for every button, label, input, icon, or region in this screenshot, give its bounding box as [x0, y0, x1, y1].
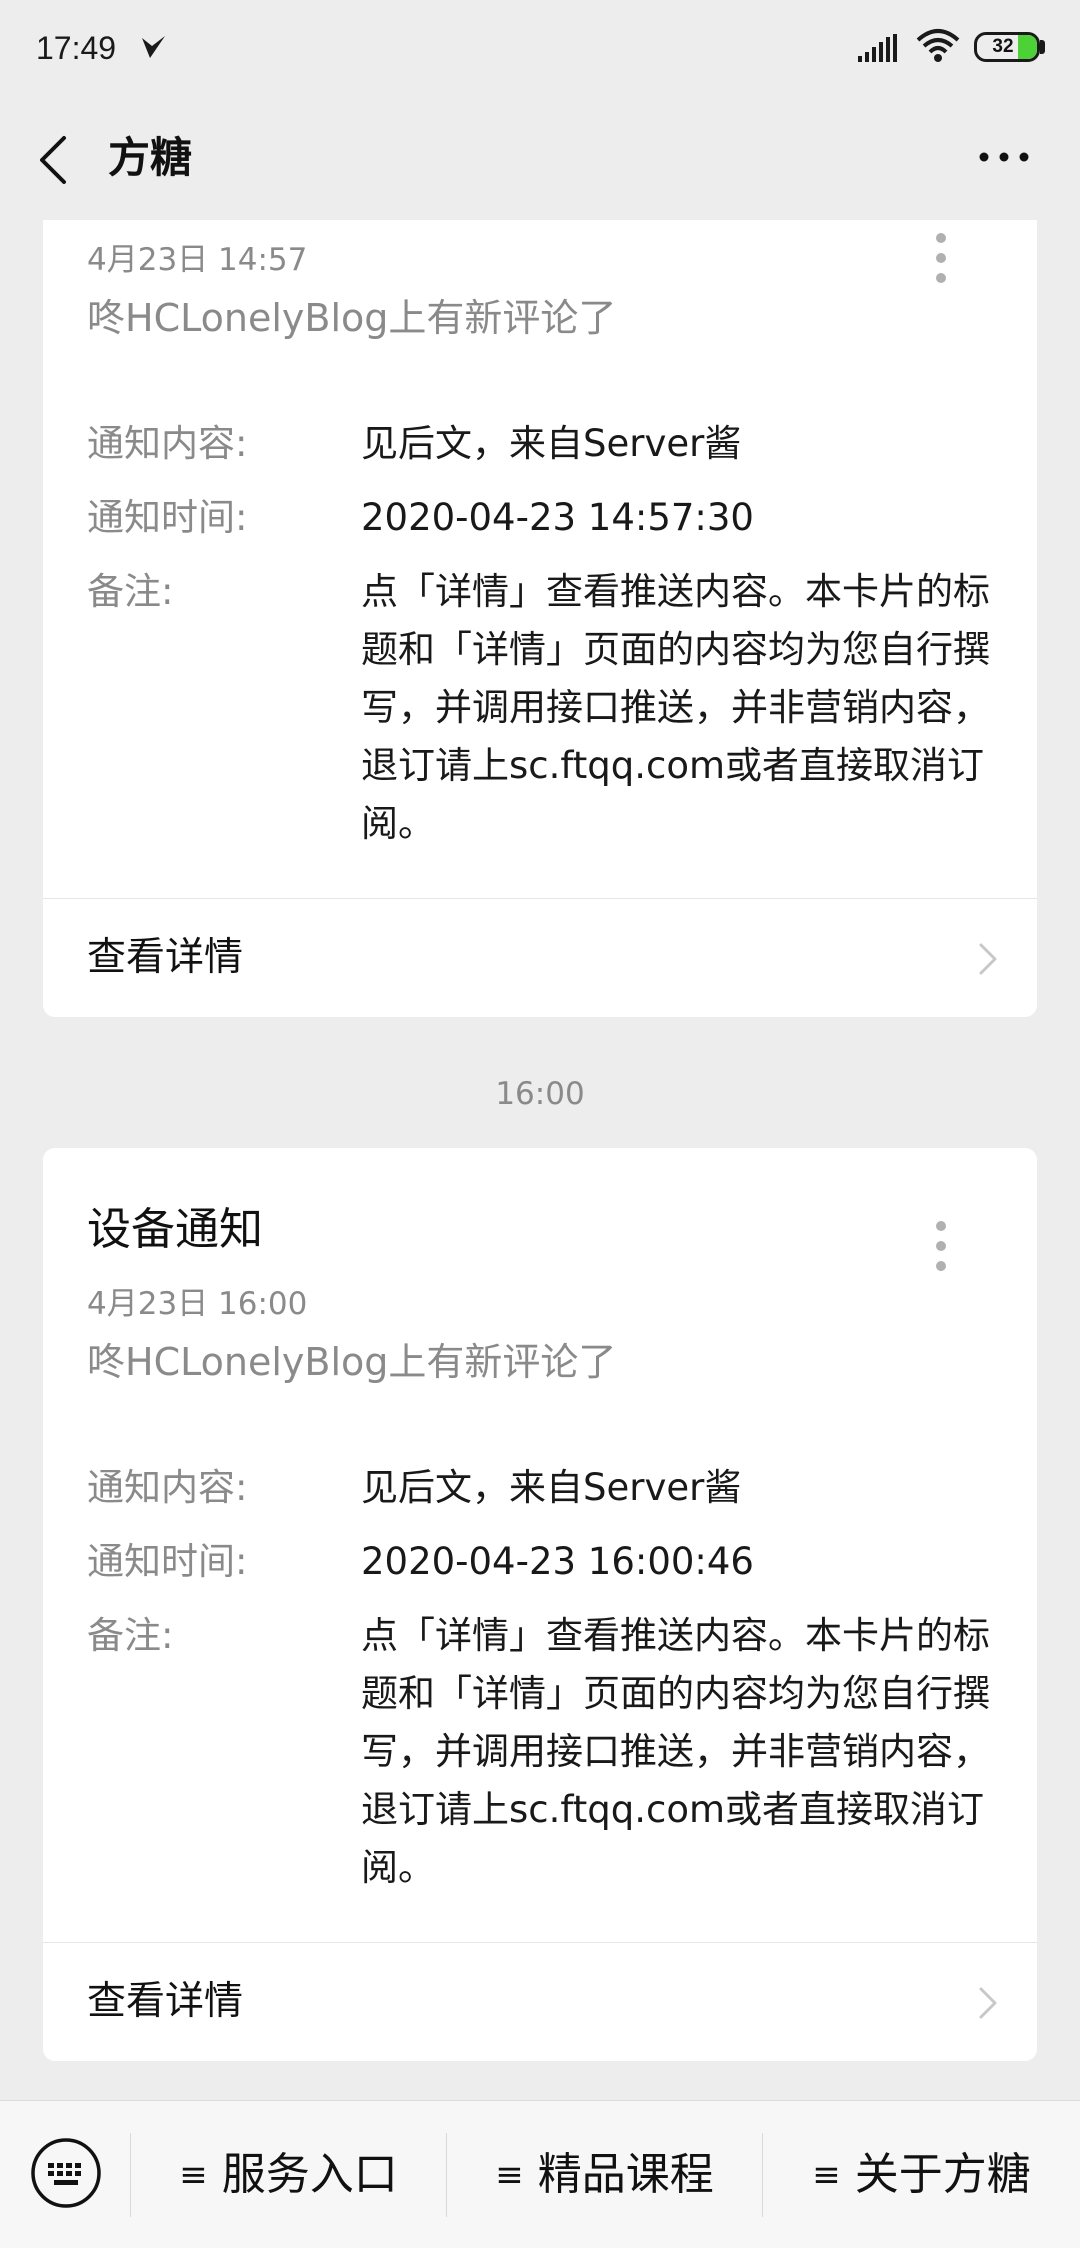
- field-label: 通知内容:: [87, 422, 248, 465]
- view-details-label: 查看详情: [87, 935, 244, 980]
- view-details-link[interactable]: 查看详情: [43, 1943, 1037, 2061]
- field-value: 见后文，来自Server酱: [361, 422, 742, 465]
- message-card: 设备通知 4月23日 16:00 咚HCLonelyBlog上有新评论了 通知内…: [43, 1148, 1037, 2061]
- field-label: 通知时间:: [87, 1540, 248, 1583]
- navigation-arrow-icon: [142, 36, 165, 58]
- battery-icon: 32: [974, 32, 1040, 62]
- card-date: 4月23日 14:57: [87, 242, 308, 278]
- menu-icon: ≡: [179, 2155, 208, 2195]
- status-time: 17:49: [36, 30, 117, 66]
- field-value: 点「详情」查看推送内容。本卡片的标题和「详情」页面的内容均为您自行撰写，并调用接…: [361, 570, 990, 845]
- field-value: 2020-04-23 16:00:46: [361, 1540, 754, 1583]
- view-details-link[interactable]: 查看详情: [43, 899, 1037, 1017]
- card-subtitle: 咚HCLonelyBlog上有新评论了: [87, 1340, 617, 1384]
- menu-item-label: 服务入口: [221, 2149, 398, 2200]
- page-title: 方糖: [108, 133, 193, 182]
- menu-item-premium-courses[interactable]: ≡ 精品课程: [447, 2131, 762, 2219]
- field-value: 见后文，来自Server酱: [361, 1466, 742, 1509]
- field-label: 备注:: [87, 1614, 174, 1657]
- more-vertical-icon[interactable]: [931, 1218, 951, 1274]
- battery-level: 32: [992, 36, 1014, 57]
- chevron-left-icon[interactable]: [36, 134, 72, 186]
- menu-icon: ≡: [812, 2155, 841, 2195]
- menu-item-label: 关于方糖: [854, 2149, 1031, 2200]
- more-vertical-icon[interactable]: [931, 230, 951, 286]
- header: 方糖: [0, 96, 1080, 220]
- chevron-right-icon: [979, 943, 997, 975]
- menu-item-about[interactable]: ≡ 关于方糖: [763, 2131, 1080, 2219]
- view-details-label: 查看详情: [87, 1979, 244, 2024]
- status-bar: 17:49 32: [0, 0, 1080, 96]
- field-value: 2020-04-23 14:57:30: [361, 496, 754, 539]
- keyboard-icon[interactable]: [30, 2137, 102, 2209]
- chevron-right-icon: [979, 1987, 997, 2019]
- field-value: 点「详情」查看推送内容。本卡片的标题和「详情」页面的内容均为您自行撰写，并调用接…: [361, 1614, 990, 1889]
- card-title: 设备通知: [87, 1204, 263, 1255]
- time-separator: 16:00: [495, 1076, 585, 1112]
- field-label: 通知内容:: [87, 1466, 248, 1509]
- field-label: 通知时间:: [87, 496, 248, 539]
- bottom-menu-bar: ≡ 服务入口 ≡ 精品课程 ≡ 关于方糖: [0, 2100, 1080, 2248]
- message-feed[interactable]: 4月23日 14:57 咚HCLonelyBlog上有新评论了 通知内容: 见后…: [0, 220, 1080, 2100]
- field-label: 备注:: [87, 570, 174, 613]
- card-subtitle: 咚HCLonelyBlog上有新评论了: [87, 296, 617, 340]
- menu-item-service-entry[interactable]: ≡ 服务入口: [131, 2131, 446, 2219]
- more-horizontal-icon[interactable]: [974, 142, 1034, 172]
- card-date: 4月23日 16:00: [87, 1286, 308, 1322]
- cellular-signal-icon: [858, 34, 897, 62]
- menu-icon: ≡: [495, 2155, 524, 2195]
- wifi-icon: [916, 29, 960, 62]
- message-card: 4月23日 14:57 咚HCLonelyBlog上有新评论了 通知内容: 见后…: [43, 220, 1037, 1017]
- menu-item-label: 精品课程: [537, 2149, 714, 2200]
- battery-tip: [1040, 40, 1045, 54]
